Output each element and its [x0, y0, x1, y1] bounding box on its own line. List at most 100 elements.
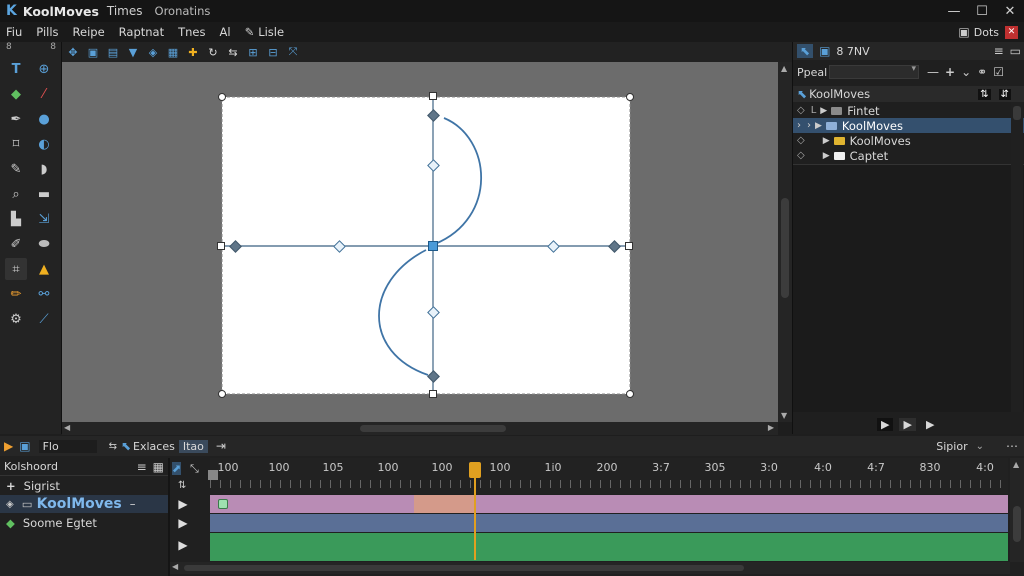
pencil-tool-icon[interactable]: ✏: [5, 283, 27, 305]
panel-tab-label[interactable]: 8 7NV: [836, 45, 869, 58]
tab-exlaces[interactable]: Exlaces: [133, 440, 175, 453]
diamond-icon[interactable]: ◆: [6, 516, 15, 530]
frame-icon[interactable]: ▣: [19, 439, 30, 453]
tree-item[interactable]: ◇ L ▶ Fintet: [793, 103, 1024, 118]
scroll-left-arrow[interactable]: ◀: [64, 423, 70, 432]
timeline-right-label[interactable]: Sipior: [936, 440, 967, 453]
visibility-icon[interactable]: ◇: [797, 150, 805, 161]
corner-handle-tr[interactable]: [626, 93, 634, 101]
timeline-zoom-icon[interactable]: ⤡: [190, 462, 199, 476]
tree-filter-icon[interactable]: ⇵: [998, 88, 1011, 100]
expand-icon[interactable]: ⇆: [109, 441, 117, 452]
menu-file[interactable]: Fiu: [6, 25, 22, 39]
corner-handle-bl[interactable]: [218, 390, 226, 398]
search-input[interactable]: ▾: [829, 64, 919, 79]
ellipse-icon[interactable]: ●: [33, 108, 55, 130]
align-icon[interactable]: ⊞: [246, 45, 260, 59]
plus-circle-icon[interactable]: ⊕: [33, 58, 55, 80]
collapse-icon[interactable]: ⌄: [961, 65, 971, 79]
minus-icon[interactable]: —: [927, 65, 939, 79]
corner-handle-br[interactable]: [626, 390, 634, 398]
file-label[interactable]: Flo: [38, 439, 97, 453]
gear-icon[interactable]: ⚙: [5, 308, 27, 330]
track-pink[interactable]: [210, 495, 1008, 513]
sphere-icon[interactable]: ⬬: [33, 233, 55, 255]
timeline-vscroll-thumb[interactable]: [1013, 506, 1021, 542]
playhead[interactable]: [469, 462, 481, 478]
center-node[interactable]: [428, 241, 438, 251]
tab-itao[interactable]: Itao: [178, 439, 208, 453]
bell-icon[interactable]: ▲: [33, 258, 55, 280]
edge-handle-right[interactable]: [625, 242, 633, 250]
eye-icon[interactable]: ◈: [6, 499, 14, 510]
line-icon[interactable]: ⟋: [33, 308, 55, 330]
star-icon[interactable]: ✚: [186, 45, 200, 59]
timeline-scroll-up[interactable]: ▲: [1013, 460, 1019, 469]
plus-icon[interactable]: +: [6, 479, 16, 493]
distribute-icon[interactable]: ⊟: [266, 45, 280, 59]
track-blue[interactable]: [210, 514, 1008, 532]
save-icon[interactable]: ▣: [86, 45, 100, 59]
move-icon[interactable]: ✥: [66, 45, 80, 59]
layer-play-button[interactable]: ▶: [172, 536, 194, 554]
expand-icon[interactable]: ▶: [815, 121, 822, 131]
tree-item[interactable]: ◇ ▶ Captet: [793, 148, 1024, 163]
expand-icon[interactable]: ▶: [823, 151, 830, 161]
step-button[interactable]: ▶: [899, 417, 916, 431]
layer-play-button[interactable]: ▶: [172, 514, 194, 532]
chevron-down-icon[interactable]: ⌄: [976, 441, 984, 452]
add-icon[interactable]: +: [945, 65, 955, 79]
layer-play-button[interactable]: ▶: [172, 495, 194, 513]
timeline-menu-icon[interactable]: ⋯: [1006, 439, 1018, 453]
lock-icon[interactable]: L: [811, 105, 817, 116]
expand-icon[interactable]: ▶: [820, 106, 827, 116]
paint-bucket-icon[interactable]: ◆: [5, 83, 27, 105]
vertical-scroll-thumb[interactable]: [781, 198, 789, 298]
ruler-start-marker[interactable]: [208, 470, 218, 480]
timeline-horizontal-scrollbar[interactable]: ◀: [170, 562, 1010, 574]
layer-row-selected[interactable]: ◈ ▭ KoolMoves –: [0, 495, 168, 513]
layers-menu-icon[interactable]: ≡: [137, 460, 147, 474]
maximize-button[interactable]: ☐: [968, 4, 996, 19]
visibility-icon[interactable]: ◇: [797, 135, 805, 146]
close-panel-icon[interactable]: ✕: [1005, 25, 1018, 39]
menu-tnes[interactable]: Tnes: [178, 25, 205, 39]
canvas-horizontal-scrollbar[interactable]: ◀ ▶: [62, 422, 778, 435]
link-panel-icon[interactable]: ⚭: [977, 65, 987, 79]
tree-sort-icon[interactable]: ⇅: [978, 88, 991, 100]
visibility-icon[interactable]: ◇: [797, 105, 805, 116]
tree-item-selected[interactable]: › › ▶ KoolMoves: [793, 118, 1024, 133]
pipette-icon[interactable]: ⁄: [33, 83, 55, 105]
panel-scroll-thumb[interactable]: [1013, 106, 1021, 120]
timeline-scroll-left[interactable]: ◀: [172, 562, 178, 571]
next-button[interactable]: ▶: [922, 418, 938, 431]
layers-options-icon[interactable]: ▦: [153, 460, 164, 474]
zoom-icon[interactable]: ⌕: [5, 183, 27, 205]
edge-handle-bottom[interactable]: [429, 390, 437, 398]
onion-skin-icon[interactable]: ⬉: [121, 439, 131, 453]
flip-icon[interactable]: ⇆: [226, 45, 240, 59]
layer-row[interactable]: ◆ Soome Egtet: [0, 514, 168, 532]
timeline-vertical-scrollbar[interactable]: ▲: [1010, 458, 1024, 562]
brush-icon[interactable]: ✎: [5, 158, 27, 180]
chevron-down-icon[interactable]: ▾: [911, 64, 916, 74]
arrow-tool-icon[interactable]: ⬉: [797, 44, 814, 58]
transform-icon[interactable]: ⤧: [286, 45, 300, 59]
scroll-right-arrow[interactable]: ▶: [768, 423, 774, 432]
lasso-icon[interactable]: ⌑: [5, 133, 27, 155]
menu-al[interactable]: Al: [220, 25, 231, 39]
frame-ruler[interactable]: 100 100 105 100 100 100 1i0 200 3:7 305 …: [210, 458, 1008, 494]
corner-handle-tl[interactable]: [218, 93, 226, 101]
menu-lisle[interactable]: Lisle: [258, 25, 284, 39]
checkbox-icon[interactable]: ☑: [993, 65, 1004, 79]
eraser-icon[interactable]: ✐: [5, 233, 27, 255]
edge-handle-top[interactable]: [429, 92, 437, 100]
tween-segment[interactable]: [414, 495, 474, 513]
timeline-lock-icon[interactable]: ⇅: [178, 480, 186, 491]
timeline-tool-icon[interactable]: ⬈: [172, 462, 182, 475]
node-icon[interactable]: ⌗: [5, 258, 27, 280]
transform-tool-icon[interactable]: ⇲: [33, 208, 55, 230]
menu-raptnat[interactable]: Raptnat: [119, 25, 164, 39]
panel-scrollbar[interactable]: [1011, 102, 1023, 412]
rotate-icon[interactable]: ↻: [206, 45, 220, 59]
